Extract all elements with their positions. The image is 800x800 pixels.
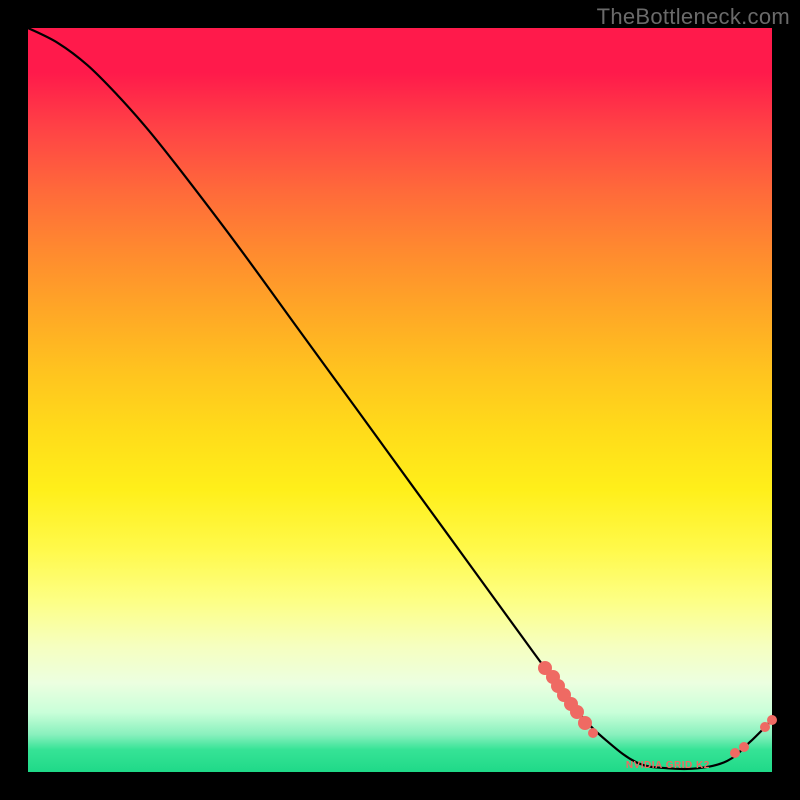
data-marker xyxy=(730,748,740,758)
chart-frame: TheBottleneck.com NVIDIA GRID K2 xyxy=(0,0,800,800)
series-label: NVIDIA GRID K2 xyxy=(626,760,710,771)
watermark-text: TheBottleneck.com xyxy=(597,4,790,30)
marker-layer xyxy=(28,28,772,772)
data-marker xyxy=(739,742,749,752)
data-marker xyxy=(588,728,598,738)
plot-area: NVIDIA GRID K2 xyxy=(28,28,772,772)
data-marker xyxy=(767,715,777,725)
